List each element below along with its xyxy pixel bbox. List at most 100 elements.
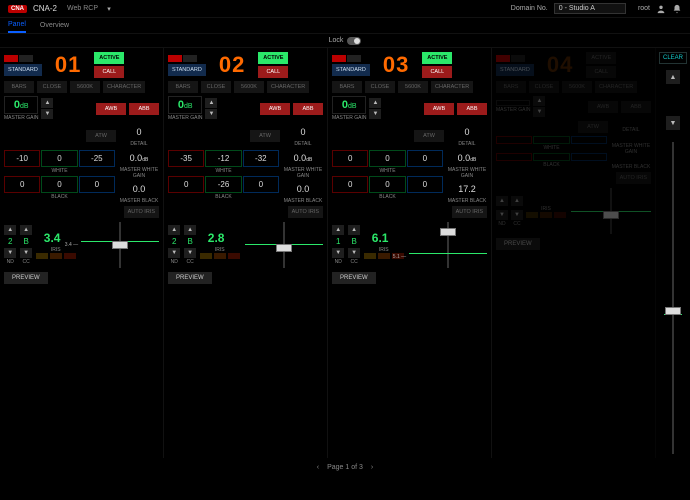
black-g[interactable]: -26	[205, 176, 241, 193]
scroll-down-button[interactable]: ▼	[666, 116, 680, 130]
user-icon[interactable]	[656, 4, 666, 14]
nd-down-icon[interactable]: ▼	[496, 210, 508, 220]
lock-toggle[interactable]	[347, 37, 361, 45]
iris-opt3[interactable]	[228, 253, 240, 259]
tab-panel[interactable]: Panel	[8, 18, 26, 33]
auto-iris-button[interactable]: AUTO IRIS	[452, 206, 487, 218]
active-button[interactable]: ACTIVE	[94, 52, 124, 64]
black-g[interactable]: 0	[41, 176, 77, 193]
call-button[interactable]: CALL	[94, 66, 124, 78]
close-button[interactable]: CLOSE	[365, 81, 395, 93]
master-gain-stepper[interactable]: ▲ ▼	[205, 98, 217, 119]
close-button[interactable]: CLOSE	[37, 81, 67, 93]
nd-up-icon[interactable]: ▲	[168, 225, 180, 235]
standard-button[interactable]: STANDARD	[496, 64, 534, 76]
iris-fader[interactable]	[571, 188, 651, 234]
iris-opt1[interactable]	[36, 253, 48, 259]
chevron-down-icon[interactable]: ▾	[104, 4, 114, 14]
atw-button[interactable]: ATW	[414, 130, 444, 142]
gain-up-icon[interactable]: ▲	[533, 96, 545, 106]
atw-button[interactable]: ATW	[86, 130, 116, 142]
gain-up-icon[interactable]: ▲	[369, 98, 381, 108]
nd-down-icon[interactable]: ▼	[168, 248, 180, 258]
gain-down-icon[interactable]: ▼	[205, 109, 217, 119]
awb-button[interactable]: AWB	[96, 103, 126, 115]
white-b[interactable]: -25	[79, 150, 115, 167]
auto-iris-button[interactable]: AUTO IRIS	[288, 206, 323, 218]
active-button[interactable]: ACTIVE	[422, 52, 452, 64]
preview-button[interactable]: PREVIEW	[4, 272, 48, 284]
close-button[interactable]: CLOSE	[201, 81, 231, 93]
character-button[interactable]: CHARACTER	[267, 81, 309, 93]
black-r[interactable]	[496, 153, 532, 161]
gain-up-icon[interactable]: ▲	[41, 98, 53, 108]
black-b[interactable]: 0	[243, 176, 279, 193]
black-r[interactable]: 0	[332, 176, 368, 193]
page-prev[interactable]: ‹	[317, 464, 319, 471]
preview-button[interactable]: PREVIEW	[496, 238, 540, 250]
iris-fader[interactable]: 3.4 —	[81, 222, 159, 268]
character-button[interactable]: CHARACTER	[431, 81, 473, 93]
master-gain-stepper[interactable]: ▲ ▼	[533, 96, 545, 117]
white-g[interactable]: 0	[41, 150, 77, 167]
iris-fader[interactable]: 5.1 —	[409, 222, 487, 268]
bars-button[interactable]: BARS	[332, 81, 362, 93]
gain-down-icon[interactable]: ▼	[369, 109, 381, 119]
iris-opt2[interactable]	[540, 212, 552, 218]
white-g[interactable]: 0	[369, 150, 405, 167]
awb-button[interactable]: AWB	[260, 103, 290, 115]
bell-icon[interactable]	[672, 4, 682, 14]
iris-opt1[interactable]	[200, 253, 212, 259]
auto-iris-button[interactable]: AUTO IRIS	[616, 172, 651, 184]
cc-down-icon[interactable]: ▼	[348, 248, 360, 258]
cc-down-icon[interactable]: ▼	[184, 248, 196, 258]
clear-button[interactable]: CLEAR	[659, 52, 687, 64]
abb-button[interactable]: ABB	[293, 103, 323, 115]
white-b[interactable]: 0	[407, 150, 443, 167]
k5600-button[interactable]: 5600K	[562, 81, 592, 93]
abb-button[interactable]: ABB	[621, 101, 651, 113]
white-r[interactable]: -35	[168, 150, 204, 167]
preview-button[interactable]: PREVIEW	[332, 272, 376, 284]
nd-down-icon[interactable]: ▼	[332, 248, 344, 258]
awb-button[interactable]: AWB	[424, 103, 454, 115]
black-g[interactable]: 0	[369, 176, 405, 193]
master-gain-stepper[interactable]: ▲ ▼	[41, 98, 53, 119]
cc-up-icon[interactable]: ▲	[511, 196, 523, 206]
k5600-button[interactable]: 5600K	[398, 81, 428, 93]
character-button[interactable]: CHARACTER	[595, 81, 637, 93]
atw-button[interactable]: ATW	[578, 121, 608, 133]
white-b[interactable]	[571, 136, 607, 144]
black-r[interactable]: 0	[4, 176, 40, 193]
awb-button[interactable]: AWB	[588, 101, 618, 113]
standard-button[interactable]: STANDARD	[4, 64, 42, 76]
white-b[interactable]: -32	[243, 150, 279, 167]
gain-up-icon[interactable]: ▲	[205, 98, 217, 108]
nd-up-icon[interactable]: ▲	[4, 225, 16, 235]
bars-button[interactable]: BARS	[168, 81, 198, 93]
nd-up-icon[interactable]: ▲	[332, 225, 344, 235]
page-next[interactable]: ›	[371, 464, 373, 471]
standard-button[interactable]: STANDARD	[168, 64, 206, 76]
iris-opt2[interactable]	[378, 253, 390, 259]
cc-up-icon[interactable]: ▲	[20, 225, 32, 235]
abb-button[interactable]: ABB	[129, 103, 159, 115]
gain-down-icon[interactable]: ▼	[533, 107, 545, 117]
active-button[interactable]: ACTIVE	[258, 52, 288, 64]
active-button[interactable]: ACTIVE	[586, 52, 616, 64]
close-button[interactable]: CLOSE	[529, 81, 559, 93]
white-r[interactable]: 0	[332, 150, 368, 167]
call-button[interactable]: CALL	[586, 66, 616, 78]
iris-fader[interactable]	[245, 222, 323, 268]
master-gain-stepper[interactable]: ▲ ▼	[369, 98, 381, 119]
iris-opt2[interactable]	[50, 253, 62, 259]
standard-button[interactable]: STANDARD	[332, 64, 370, 76]
white-g[interactable]: -12	[205, 150, 241, 167]
black-b[interactable]	[571, 153, 607, 161]
cc-down-icon[interactable]: ▼	[20, 248, 32, 258]
black-b[interactable]: 0	[79, 176, 115, 193]
call-button[interactable]: CALL	[258, 66, 288, 78]
white-r[interactable]	[496, 136, 532, 144]
scroll-up-button[interactable]: ▲	[666, 70, 680, 84]
black-b[interactable]: 0	[407, 176, 443, 193]
